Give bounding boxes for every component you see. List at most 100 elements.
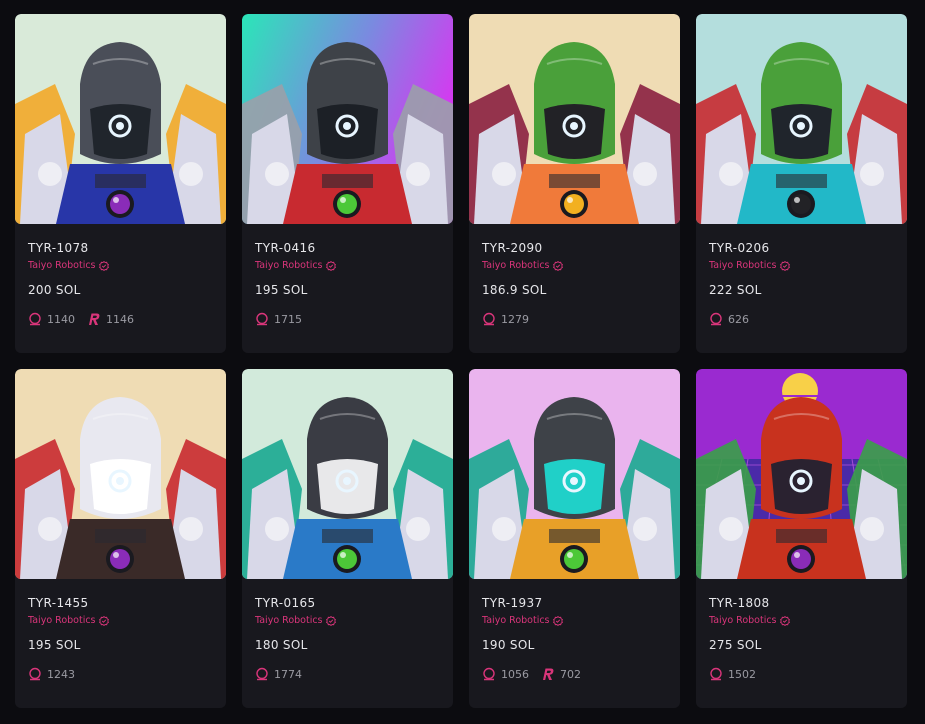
nft-card-info: TYR-1455 Taiyo Robotics 195 SOL 1243: [15, 579, 226, 682]
rank-stat: 1243: [28, 667, 75, 681]
nft-artwork-image[interactable]: [242, 14, 453, 224]
nft-card[interactable]: TYR-0206 Taiyo Robotics 222 SOL 626: [696, 14, 907, 353]
nft-card[interactable]: TYR-0165 Taiyo Robotics 180 SOL 1774: [242, 369, 453, 708]
rarity-value: 702: [560, 667, 581, 681]
nft-name: TYR-1937: [482, 596, 543, 610]
rank-stat: 1715: [255, 312, 302, 326]
nft-price: 180 SOL: [255, 638, 308, 652]
nft-name: TYR-2090: [482, 241, 543, 255]
nft-card-info: TYR-1078 Taiyo Robotics 200 SOL 1140 114…: [15, 224, 226, 327]
nft-price: 275 SOL: [709, 638, 762, 652]
nft-card[interactable]: TYR-0416 Taiyo Robotics 195 SOL 1715: [242, 14, 453, 353]
collection-link[interactable]: Taiyo Robotics: [255, 614, 440, 627]
nft-stats: 1056 702: [482, 666, 667, 682]
rarity-r-icon: [541, 667, 555, 681]
nft-card[interactable]: TYR-1808 Taiyo Robotics 275 SOL 1502: [696, 369, 907, 708]
collection-link[interactable]: Taiyo Robotics: [255, 259, 440, 272]
nft-card-info: TYR-1937 Taiyo Robotics 190 SOL 1056 702: [469, 579, 680, 682]
nft-card-info: TYR-1808 Taiyo Robotics 275 SOL 1502: [696, 579, 907, 682]
rank-value: 1774: [274, 667, 302, 681]
rank-value: 1140: [47, 312, 75, 326]
nft-card-info: TYR-2090 Taiyo Robotics 186.9 SOL 1279: [469, 224, 680, 327]
nft-artwork-image[interactable]: [469, 369, 680, 579]
nft-artwork-image[interactable]: [15, 369, 226, 579]
verified-badge-icon: [779, 615, 790, 626]
rank-stat: 1774: [255, 667, 302, 681]
nft-price: 195 SOL: [28, 638, 81, 652]
collection-name: Taiyo Robotics: [709, 615, 777, 626]
rank-value: 1279: [501, 312, 529, 326]
nft-name: TYR-0206: [709, 241, 770, 255]
rarity-r-icon: [87, 312, 101, 326]
rank-stat: 626: [709, 312, 749, 326]
verified-badge-icon: [325, 260, 336, 271]
verified-badge-icon: [325, 615, 336, 626]
nft-price: 222 SOL: [709, 283, 762, 297]
verified-badge-icon: [552, 260, 563, 271]
nft-price: 190 SOL: [482, 638, 535, 652]
collection-link[interactable]: Taiyo Robotics: [28, 259, 213, 272]
collection-name: Taiyo Robotics: [28, 260, 96, 271]
nft-artwork-image[interactable]: [15, 14, 226, 224]
nft-stats: 1774: [255, 666, 440, 682]
nft-stats: 626: [709, 311, 894, 327]
rarity-stat: 1146: [87, 312, 134, 326]
nft-card-info: TYR-0165 Taiyo Robotics 180 SOL 1774: [242, 579, 453, 682]
collection-name: Taiyo Robotics: [255, 615, 323, 626]
nft-card-info: TYR-0206 Taiyo Robotics 222 SOL 626: [696, 224, 907, 327]
nft-card[interactable]: TYR-1455 Taiyo Robotics 195 SOL 1243: [15, 369, 226, 708]
nft-name: TYR-1455: [28, 596, 89, 610]
nft-stats: 1243: [28, 666, 213, 682]
verified-badge-icon: [98, 260, 109, 271]
collection-link[interactable]: Taiyo Robotics: [28, 614, 213, 627]
rank-icon: [28, 312, 42, 326]
rank-stat: 1056: [482, 667, 529, 681]
collection-name: Taiyo Robotics: [482, 260, 550, 271]
collection-link[interactable]: Taiyo Robotics: [709, 259, 894, 272]
nft-name: TYR-1808: [709, 596, 770, 610]
rank-icon: [709, 667, 723, 681]
nft-stats: 1502: [709, 666, 894, 682]
nft-price: 186.9 SOL: [482, 283, 547, 297]
collection-link[interactable]: Taiyo Robotics: [709, 614, 894, 627]
rank-value: 1715: [274, 312, 302, 326]
nft-name: TYR-0416: [255, 241, 316, 255]
rank-value: 1502: [728, 667, 756, 681]
nft-stats: 1140 1146: [28, 311, 213, 327]
verified-badge-icon: [98, 615, 109, 626]
collection-name: Taiyo Robotics: [482, 615, 550, 626]
rank-icon: [28, 667, 42, 681]
rarity-value: 1146: [106, 312, 134, 326]
rank-icon: [482, 312, 496, 326]
nft-price: 200 SOL: [28, 283, 81, 297]
rank-icon: [255, 312, 269, 326]
rank-value: 1243: [47, 667, 75, 681]
verified-badge-icon: [552, 615, 563, 626]
rank-stat: 1502: [709, 667, 756, 681]
rarity-stat: 702: [541, 667, 581, 681]
nft-card[interactable]: TYR-1078 Taiyo Robotics 200 SOL 1140 114…: [15, 14, 226, 353]
nft-stats: 1715: [255, 311, 440, 327]
nft-artwork-image[interactable]: [242, 369, 453, 579]
rank-icon: [482, 667, 496, 681]
verified-badge-icon: [779, 260, 790, 271]
collection-name: Taiyo Robotics: [709, 260, 777, 271]
rank-stat: 1140: [28, 312, 75, 326]
nft-artwork-image[interactable]: [696, 369, 907, 579]
collection-link[interactable]: Taiyo Robotics: [482, 614, 667, 627]
collection-name: Taiyo Robotics: [255, 260, 323, 271]
nft-artwork-image[interactable]: [469, 14, 680, 224]
collection-name: Taiyo Robotics: [28, 615, 96, 626]
nft-card-info: TYR-0416 Taiyo Robotics 195 SOL 1715: [242, 224, 453, 327]
nft-name: TYR-0165: [255, 596, 316, 610]
nft-card[interactable]: TYR-1937 Taiyo Robotics 190 SOL 1056 702: [469, 369, 680, 708]
rank-icon: [255, 667, 269, 681]
rank-icon: [709, 312, 723, 326]
nft-price: 195 SOL: [255, 283, 308, 297]
nft-card[interactable]: TYR-2090 Taiyo Robotics 186.9 SOL 1279: [469, 14, 680, 353]
nft-artwork-image[interactable]: [696, 14, 907, 224]
collection-link[interactable]: Taiyo Robotics: [482, 259, 667, 272]
rank-value: 1056: [501, 667, 529, 681]
rank-value: 626: [728, 312, 749, 326]
rank-stat: 1279: [482, 312, 529, 326]
